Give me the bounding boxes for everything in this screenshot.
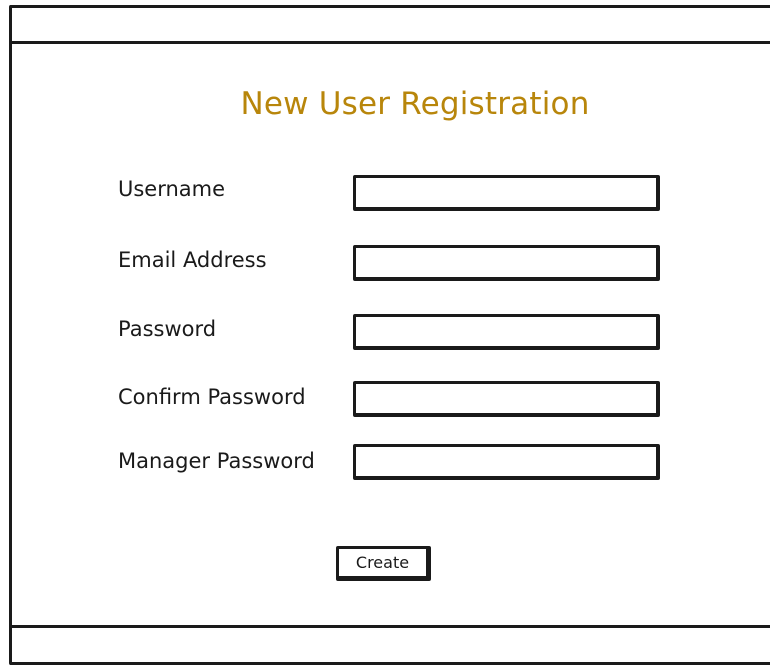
username-input[interactable] (353, 175, 660, 211)
username-label: Username (118, 177, 226, 201)
confirm-password-label: Confirm Password (118, 385, 306, 409)
manager-password-label: Manager Password (118, 449, 315, 473)
confirm-password-input[interactable] (353, 381, 660, 417)
create-button[interactable]: Create (336, 546, 431, 581)
password-input[interactable] (353, 314, 660, 350)
email-address-label: Email Address (118, 248, 267, 272)
password-label: Password (118, 317, 217, 341)
window-bottom-bar (9, 625, 770, 629)
manager-password-input[interactable] (353, 444, 660, 480)
window-title-bar (9, 5, 770, 44)
page-title: New User Registration (240, 86, 590, 122)
email-address-input[interactable] (353, 245, 660, 281)
